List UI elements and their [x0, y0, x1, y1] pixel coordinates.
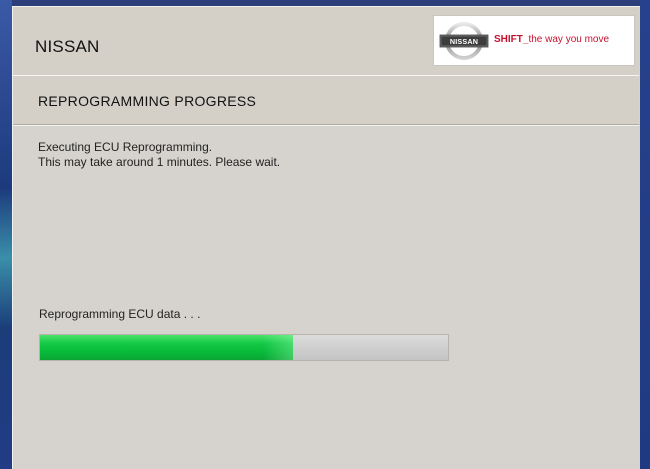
slogan-rest: the way you move — [528, 34, 610, 45]
status-message-line2: This may take around 1 minutes. Please w… — [38, 155, 281, 169]
nissan-logo-icon: NISSAN — [439, 22, 489, 60]
progress-bar-fill — [40, 335, 293, 360]
status-message-line1: Executing ECU Reprogramming. — [38, 140, 213, 154]
progress-bar — [39, 334, 449, 361]
section-header: REPROGRAMMING PROGRESS — [13, 76, 639, 125]
progress-label: Reprogramming ECU data . . . — [39, 307, 201, 321]
window-header: NISSAN NISSAN SHIFT_the way you move — [13, 7, 639, 76]
slogan-bold: SHIFT_ — [494, 34, 529, 45]
nissan-banner: NISSAN SHIFT_the way you move — [433, 15, 635, 66]
slogan: SHIFT_the way you move — [494, 34, 609, 45]
header-title: NISSAN — [35, 37, 100, 56]
reprogramming-window: NISSAN NISSAN SHIFT_the way you move REP… — [12, 6, 640, 469]
desktop-left-edge — [0, 0, 12, 469]
logo-text: NISSAN — [450, 37, 478, 46]
content-area: Executing ECU Reprogramming. This may ta… — [13, 126, 639, 469]
desktop-right-edge — [640, 0, 650, 469]
section-title: REPROGRAMMING PROGRESS — [38, 93, 257, 109]
